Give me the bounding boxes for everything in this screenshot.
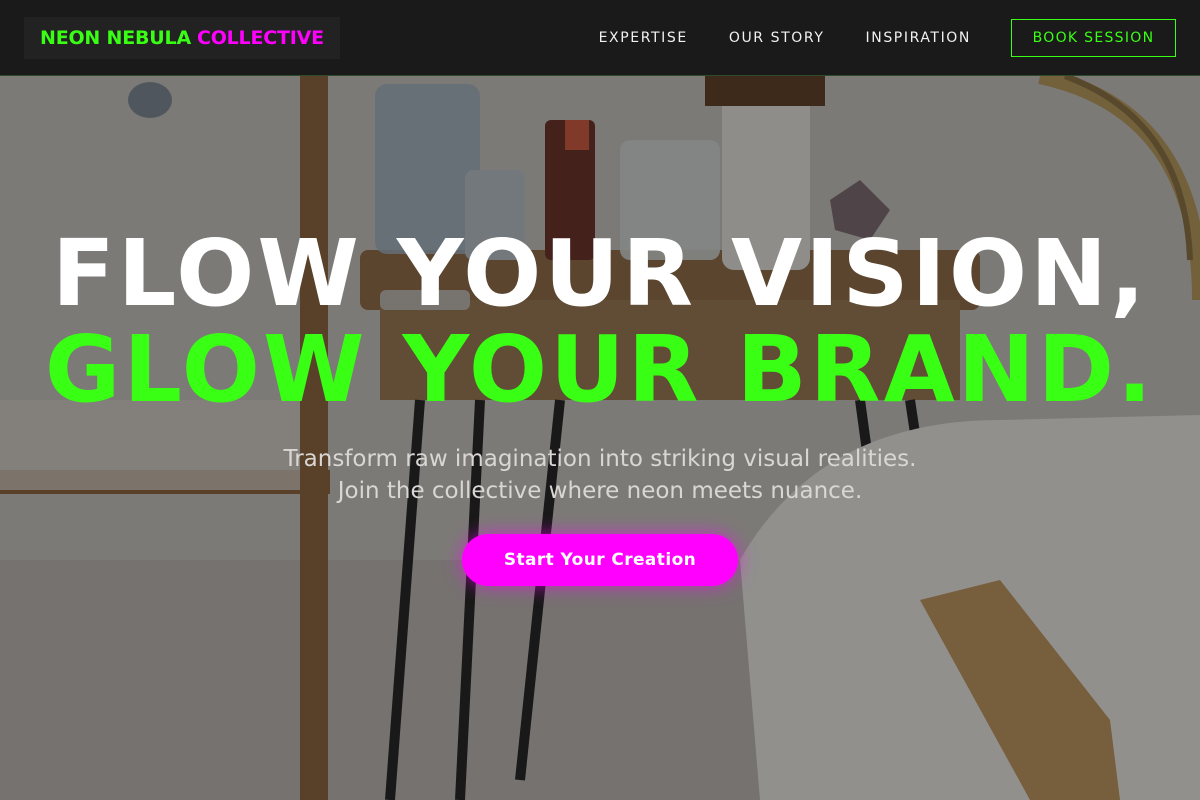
hero-subtitle-line1: Transform raw imagination into striking … — [283, 446, 917, 472]
hero-subtitle: Transform raw imagination into striking … — [0, 443, 1200, 507]
hero-section: FLOW YOUR VISION, GLOW YOUR BRAND. Trans… — [0, 0, 1200, 800]
hero-subtitle-line2: Join the collective where neon meets nua… — [337, 478, 863, 504]
hero-headline-line1: FLOW YOUR VISION, — [51, 220, 1149, 327]
start-creation-button[interactable]: Start Your Creation — [462, 534, 738, 586]
hero-headline-line2: GLOW YOUR BRAND. — [44, 316, 1156, 423]
